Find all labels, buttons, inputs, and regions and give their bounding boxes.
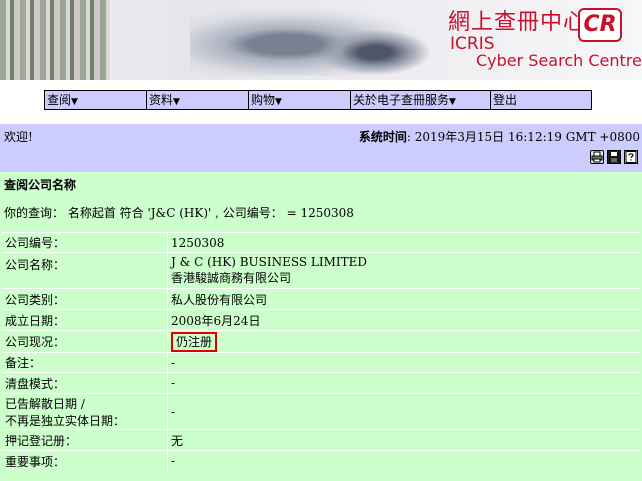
table-row: 清盘模式： - <box>2 372 640 393</box>
dropdown-arrow-icon: ▼ <box>173 97 180 107</box>
table-row: 押记登记册： 无 <box>2 429 640 450</box>
header-banner: 網上查冊中心 CR ICRIS Cyber Search Centre <box>0 0 642 80</box>
dropdown-arrow-icon: ▼ <box>275 97 282 107</box>
dropdown-arrow-icon: ▼ <box>71 97 78 107</box>
main-menu-bar: 查阅▼ 资料▼ 购物▼ 关於电子查冊服务▼ 登出 <box>44 90 592 110</box>
company-info-table: 公司编号： 1250308 公司名称： J & C (HK) BUSINESS … <box>2 232 640 471</box>
menu-item-label: 资料 <box>149 93 174 107</box>
incorporation-date-value: 2008年6月24日 <box>168 310 640 330</box>
help-icon[interactable] <box>624 150 638 164</box>
menu-item-label: 查阅 <box>47 93 72 107</box>
menu-item-logout[interactable]: 登出 <box>491 91 591 109</box>
company-type-value: 私人股份有限公司 <box>168 289 640 309</box>
company-details-panel: 查阅公司名称 你的查询： 名称起首 符合 'J&C (HK)' , 公司编号： … <box>0 172 642 481</box>
row-label: 重要事项： <box>2 451 168 471</box>
menu-item-label: 购物 <box>251 93 276 107</box>
toolbar-icons <box>590 150 638 164</box>
system-time: 系统时间: 2019年3月15日 16:12:19 GMT +0800 <box>359 128 640 145</box>
menu-item-about-service[interactable]: 关於电子查冊服务▼ <box>351 91 491 109</box>
row-label: 公司类别： <box>2 289 168 309</box>
charges-register-value: 无 <box>168 430 640 450</box>
query-summary: 你的查询： 名称起首 符合 'J&C (HK)' , 公司编号： = 12503… <box>4 206 354 220</box>
table-row: 公司类别： 私人股份有限公司 <box>2 288 640 309</box>
table-row: 已告解散日期 / 不再是独立实体日期： - <box>2 393 640 429</box>
row-label: 清盘模式： <box>2 373 168 393</box>
table-row: 重要事项： - <box>2 450 640 471</box>
dropdown-arrow-icon: ▼ <box>449 97 456 107</box>
section-title: 查阅公司名称 <box>4 178 77 192</box>
row-value: 1250308 <box>171 235 225 250</box>
welcome-bar: 欢迎! 系统时间: 2019年3月15日 16:12:19 GMT +0800 <box>0 124 642 172</box>
row-value: - <box>171 454 176 468</box>
row-label-line2: 不再是独立实体日期： <box>5 413 126 428</box>
table-row: 公司名称： J & C (HK) BUSINESS LIMITED 香港駿誠商務… <box>2 252 640 288</box>
table-row: 公司编号： 1250308 <box>2 232 640 252</box>
row-value: 2008年6月24日 <box>171 313 261 328</box>
winding-up-mode-value: - <box>168 373 640 393</box>
page: 網上查冊中心 CR ICRIS Cyber Search Centre 查阅▼ … <box>0 0 642 481</box>
menu-item-label: 关於电子查冊服务 <box>353 93 450 107</box>
system-time-value: : 2019年3月15日 16:12:19 GMT +0800 <box>406 130 640 144</box>
banner-map-graphic-2 <box>320 30 430 75</box>
row-label: 备注： <box>2 353 168 372</box>
company-status-value: 仍注册 <box>168 331 640 352</box>
banner-title-cyber-search: Cyber Search Centre <box>476 51 642 70</box>
welcome-greeting: 欢迎! <box>4 130 33 144</box>
system-time-label: 系统时间 <box>358 130 407 144</box>
menu-item-shopping[interactable]: 购物▼ <box>249 91 351 109</box>
company-number-value: 1250308 <box>168 233 640 252</box>
company-name-value: J & C (HK) BUSINESS LIMITED 香港駿誠商務有限公司 <box>168 253 640 288</box>
banner-photo-strip <box>0 0 110 80</box>
table-row: 成立日期： 2008年6月24日 <box>2 309 640 330</box>
row-value: - <box>171 376 176 390</box>
cr-logo-badge: CR <box>578 8 622 42</box>
company-name-english: J & C (HK) BUSINESS LIMITED <box>171 255 368 269</box>
table-row: 公司现况： 仍注册 <box>2 330 640 352</box>
menu-item-info[interactable]: 资料▼ <box>147 91 249 109</box>
menu-item-search[interactable]: 查阅▼ <box>45 91 147 109</box>
row-label: 押记登记册： <box>2 430 168 450</box>
important-notes-value: - <box>168 451 640 471</box>
row-label: 公司名称： <box>2 253 168 288</box>
row-label-line1: 已告解散日期 / <box>5 396 85 411</box>
row-value: - <box>171 355 176 370</box>
row-label: 成立日期： <box>2 310 168 330</box>
row-label: 已告解散日期 / 不再是独立实体日期： <box>2 394 168 429</box>
menu-item-label: 登出 <box>493 93 518 107</box>
row-value: - <box>171 404 176 419</box>
remarks-value: - <box>168 353 640 372</box>
dissolution-date-value: - <box>168 394 640 429</box>
row-value: 无 <box>171 433 184 448</box>
status-badge: 仍注册 <box>171 331 218 352</box>
row-value: 私人股份有限公司 <box>171 292 268 307</box>
save-icon[interactable] <box>607 150 621 164</box>
row-label: 公司编号： <box>2 233 168 252</box>
printer-icon[interactable] <box>590 150 604 164</box>
company-name-chinese: 香港駿誠商務有限公司 <box>171 271 292 285</box>
banner-title-chinese: 網上查冊中心 <box>448 10 587 35</box>
row-label: 公司现况： <box>2 331 168 352</box>
table-row: 备注： - <box>2 352 640 372</box>
